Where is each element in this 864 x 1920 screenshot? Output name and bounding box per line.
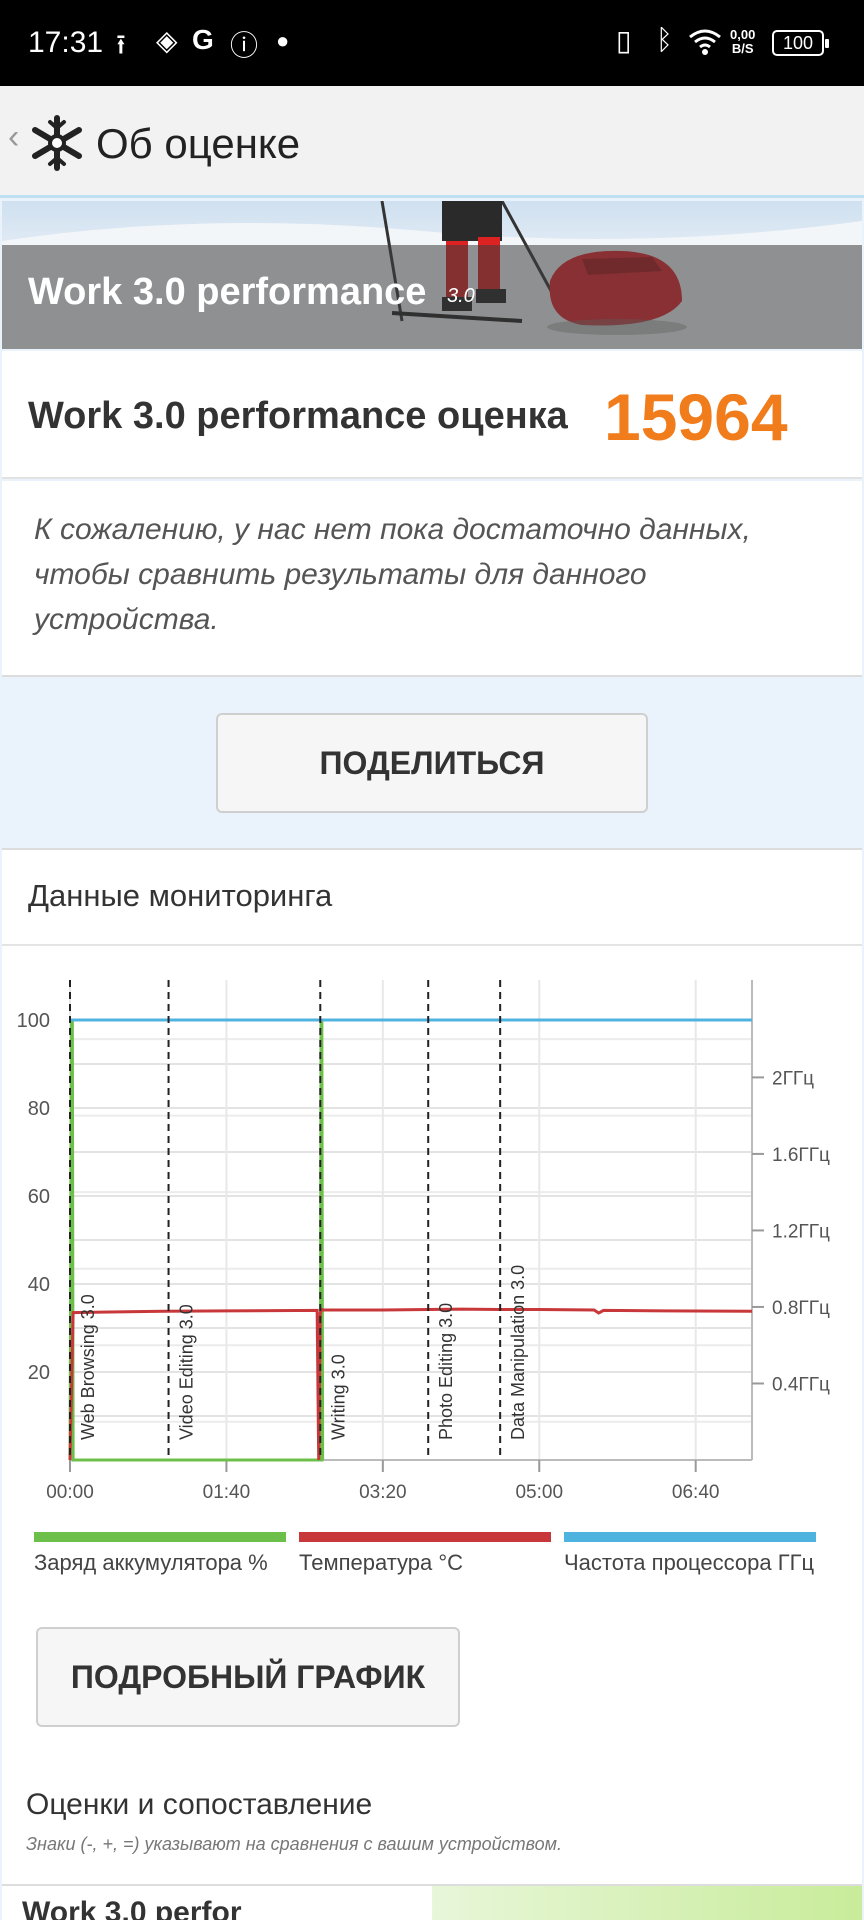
legend-label: Заряд аккумулятора % (34, 1550, 268, 1575)
legend-swatch (299, 1532, 551, 1542)
comparison-note: К сожалению, у нас нет пока достаточно д… (34, 513, 751, 636)
comparison-title: Оценки и сопоставление (26, 1788, 373, 1821)
comparison-note-card: К сожалению, у нас нет пока достаточно д… (2, 481, 862, 677)
bluetooth-icon: ᛒ (656, 24, 673, 55)
legend-label: Частота процессора ГГц (564, 1550, 815, 1575)
page-title: Об оценке (96, 120, 301, 167)
hero-version: 3.0 (447, 285, 475, 307)
monitoring-card: Данные мониторинга (2, 848, 862, 1920)
score-label: Work 3.0 performance оценка (28, 395, 568, 437)
upload-icon: ⭱ (116, 29, 126, 60)
legend-item: Частота процессора ГГц (564, 1532, 816, 1575)
comparison-bar (432, 1886, 862, 1920)
legend-item: Заряд аккумулятора % (34, 1532, 286, 1575)
net-speed: 0,00 B/S (730, 28, 755, 56)
legend-swatch (34, 1532, 286, 1542)
score-value: 15964 (604, 380, 788, 454)
snowflake-logo-icon[interactable] (28, 114, 86, 172)
battery-icon: 100 (772, 30, 829, 56)
google-icon: G (192, 24, 214, 55)
legend-item: Температура °C (299, 1532, 551, 1575)
net-speed-value: 0,00 (730, 27, 756, 42)
dot-icon: ● (276, 28, 290, 53)
back-icon[interactable]: ‹ (8, 118, 19, 157)
net-speed-unit: B/S (731, 41, 754, 56)
legend-label: Температура °C (299, 1550, 464, 1575)
hero-title: Work 3.0 performance (28, 271, 427, 313)
monitoring-title: Данные мониторинга (28, 878, 333, 913)
battery-level: 100 (782, 33, 814, 53)
legend-swatch (564, 1532, 816, 1542)
info-icon: ⓘ (230, 30, 259, 61)
score-card: Work 3.0 performance оценка 15964 (2, 351, 862, 479)
comparison-list-item[interactable]: Work 3.0 perfor (2, 1884, 862, 1920)
share-button[interactable]: ПОДЕЛИТЬСЯ (216, 713, 648, 813)
app-bar: ‹ Об оценке (0, 86, 864, 198)
comparison-subtitle: Знаки (-, +, =) указывают на сравнения с… (26, 1834, 563, 1854)
wifi-icon (689, 29, 721, 55)
hero-banner: Work 3.0 performance 3.0 (2, 201, 862, 349)
drive-icon: ◈ (156, 25, 178, 56)
vibrate-icon: ▯ (616, 25, 632, 56)
clock: 17:31 (28, 26, 104, 59)
monitoring-header: Данные мониторинга (2, 850, 862, 946)
comparison-item-label: Work 3.0 perfor (22, 1896, 242, 1920)
status-bar: 17:31 ⭱ ◈ G ⓘ ● ▯ ᛒ 0,00 B/S 100 (0, 0, 864, 86)
detailed-chart-button[interactable]: ПОДРОБНЫЙ ГРАФИК (36, 1627, 460, 1727)
